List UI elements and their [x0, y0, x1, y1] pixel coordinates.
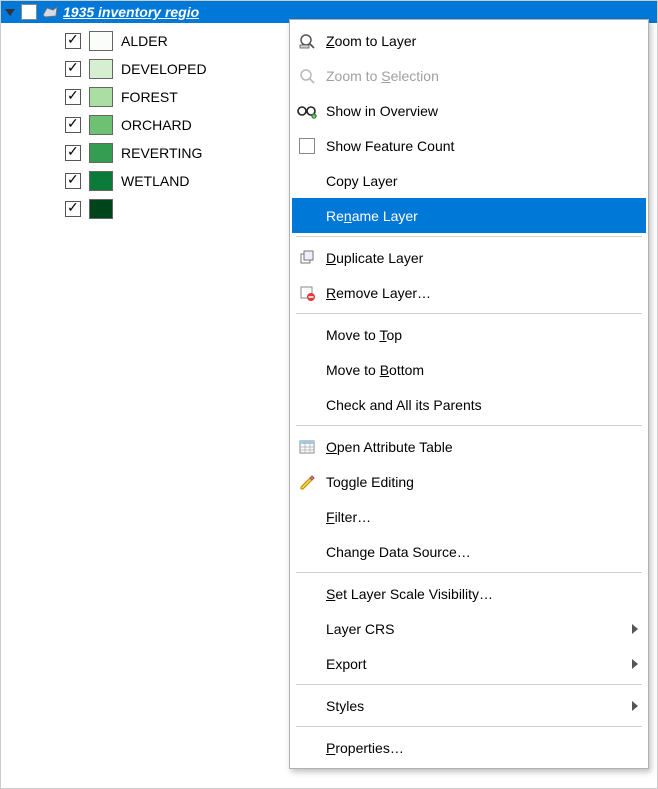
menu-styles[interactable]: Styles [292, 688, 646, 723]
legend-checkbox[interactable] [65, 33, 81, 49]
legend-checkbox[interactable] [65, 117, 81, 133]
submenu-arrow-icon [632, 659, 638, 669]
legend-label: FOREST [121, 89, 178, 105]
polygon-layer-icon [41, 4, 59, 20]
menu-show-feature-count[interactable]: Show Feature Count [292, 128, 646, 163]
legend-swatch [89, 87, 113, 107]
blank-icon [296, 653, 318, 675]
legend-swatch [89, 199, 113, 219]
legend-checkbox[interactable] [65, 61, 81, 77]
blank-icon [296, 170, 318, 192]
table-icon [296, 436, 318, 458]
legend-checkbox[interactable] [65, 145, 81, 161]
legend-swatch [89, 31, 113, 51]
menu-zoom-to-layer[interactable]: Zoom to Layer [292, 23, 646, 58]
menu-check-parents[interactable]: Check and All its Parents [292, 387, 646, 422]
menu-item-label: Move to Top [326, 327, 638, 343]
menu-item-label: Layer CRS [326, 621, 624, 637]
zoom-layer-icon [296, 30, 318, 52]
layer-title[interactable]: 1935 inventory regio [63, 4, 199, 20]
menu-item-label: Duplicate Layer [326, 250, 638, 266]
legend-label: ORCHARD [121, 117, 192, 133]
blank-icon [296, 324, 318, 346]
menu-item-label: Move to Bottom [326, 362, 638, 378]
blank-icon [296, 394, 318, 416]
legend-label: REVERTING [121, 145, 202, 161]
remove-icon [296, 282, 318, 304]
legend-swatch [89, 171, 113, 191]
menu-item-label: Show Feature Count [326, 138, 638, 154]
overview-icon: + [296, 100, 318, 122]
menu-set-scale-visibility[interactable]: Set Layer Scale Visibility… [292, 576, 646, 611]
blank-icon [296, 583, 318, 605]
blank-icon [296, 695, 318, 717]
menu-properties[interactable]: Properties… [292, 730, 646, 765]
blank-icon [296, 541, 318, 563]
menu-item-label: Show in Overview [326, 103, 638, 119]
menu-item-label: Check and All its Parents [326, 397, 638, 413]
blank-icon [296, 205, 318, 227]
legend-checkbox[interactable] [65, 89, 81, 105]
menu-duplicate-layer[interactable]: Duplicate Layer [292, 240, 646, 275]
menu-item-label: Zoom to Layer [326, 33, 638, 49]
legend-label: WETLAND [121, 173, 189, 189]
menu-move-to-bottom[interactable]: Move to Bottom [292, 352, 646, 387]
menu-show-in-overview[interactable]: + Show in Overview [292, 93, 646, 128]
menu-separator [296, 236, 642, 237]
pencil-icon [296, 471, 318, 493]
menu-export[interactable]: Export [292, 646, 646, 681]
blank-icon [296, 737, 318, 759]
menu-item-label: Change Data Source… [326, 544, 638, 560]
legend-swatch [89, 143, 113, 163]
menu-toggle-editing[interactable]: Toggle Editing [292, 464, 646, 499]
menu-separator [296, 313, 642, 314]
menu-remove-layer[interactable]: Remove Layer… [292, 275, 646, 310]
legend-checkbox[interactable] [65, 173, 81, 189]
menu-item-label: Copy Layer [326, 173, 638, 189]
menu-separator [296, 726, 642, 727]
menu-rename-layer[interactable]: Rename Layer [292, 198, 646, 233]
blank-icon [296, 359, 318, 381]
menu-zoom-to-selection: Zoom to Selection [292, 58, 646, 93]
menu-item-label: Set Layer Scale Visibility… [326, 586, 638, 602]
menu-item-label: Properties… [326, 740, 638, 756]
menu-filter[interactable]: Filter… [292, 499, 646, 534]
expand-toggle-icon[interactable] [5, 9, 15, 16]
zoom-selection-icon [296, 65, 318, 87]
menu-separator [296, 572, 642, 573]
submenu-arrow-icon [632, 701, 638, 711]
menu-item-label: Open Attribute Table [326, 439, 638, 455]
duplicate-icon [296, 247, 318, 269]
blank-icon [296, 506, 318, 528]
menu-change-data-source[interactable]: Change Data Source… [292, 534, 646, 569]
menu-item-label: Rename Layer [326, 208, 638, 224]
submenu-arrow-icon [632, 624, 638, 634]
menu-copy-layer[interactable]: Copy Layer [292, 163, 646, 198]
legend-swatch [89, 115, 113, 135]
layer-visibility-checkbox[interactable] [21, 4, 37, 20]
menu-separator [296, 425, 642, 426]
legend-label: DEVELOPED [121, 61, 207, 77]
menu-item-label: Toggle Editing [326, 474, 638, 490]
menu-item-label: Remove Layer… [326, 285, 638, 301]
legend-checkbox[interactable] [65, 201, 81, 217]
layer-context-menu: Zoom to Layer Zoom to Selection + Show in O… [289, 19, 649, 769]
menu-item-label: Styles [326, 698, 624, 714]
menu-item-label: Filter… [326, 509, 638, 525]
checkbox-icon [296, 135, 318, 157]
legend-swatch [89, 59, 113, 79]
menu-item-label: Zoom to Selection [326, 68, 638, 84]
menu-move-to-top[interactable]: Move to Top [292, 317, 646, 352]
menu-separator [296, 684, 642, 685]
menu-item-label: Export [326, 656, 624, 672]
menu-layer-crs[interactable]: Layer CRS [292, 611, 646, 646]
blank-icon [296, 618, 318, 640]
legend-label: ALDER [121, 33, 168, 49]
menu-open-attribute-table[interactable]: Open Attribute Table [292, 429, 646, 464]
